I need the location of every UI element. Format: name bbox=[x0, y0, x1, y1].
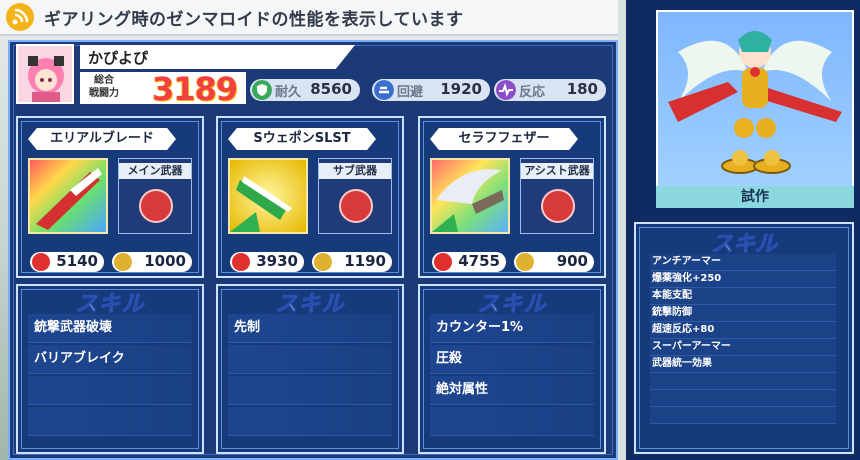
total-power-label: 総合 戦闘力 bbox=[82, 74, 126, 100]
weapon-name: SウェポンSLST bbox=[228, 128, 376, 150]
coin-icon bbox=[314, 253, 332, 271]
attack-icon bbox=[434, 253, 452, 271]
coin-icon bbox=[516, 253, 534, 271]
mech-skill-row bbox=[650, 390, 836, 407]
stat-evasion: 回避 1920 bbox=[372, 79, 490, 101]
total-power-value: 3189 bbox=[152, 70, 238, 108]
weapon-name: セラフフェザー bbox=[430, 128, 578, 150]
skill-row bbox=[228, 345, 392, 374]
player-name-bar: かぴよぴ bbox=[80, 45, 355, 69]
weapon-skill-card-assist: スキル カウンター1% 圧殺 絶対属性 bbox=[418, 284, 606, 454]
weapon-coin: 900 bbox=[514, 252, 594, 272]
stat-value: 8560 bbox=[310, 80, 352, 98]
weapon-card-sub[interactable]: SウェポンSLST サブ武器 3930 1190 bbox=[216, 116, 404, 278]
weapon-image bbox=[430, 158, 510, 234]
skill-row bbox=[430, 407, 594, 436]
shield-icon bbox=[252, 80, 272, 100]
skill-list: 銃撃武器破壊 バリアブレイク bbox=[28, 314, 192, 438]
avatar-image bbox=[18, 46, 72, 102]
weapon-attack-value: 4755 bbox=[458, 252, 500, 270]
weapon-type-badge: サブ武器 bbox=[318, 158, 392, 234]
weapon-card-main[interactable]: エリアルブレード メイン武器 5140 1000 bbox=[16, 116, 204, 278]
mech-tag: 試作 bbox=[656, 186, 854, 208]
mech-skill-row: 本能支配 bbox=[650, 288, 836, 305]
mech-skill-row bbox=[650, 373, 836, 390]
skill-row bbox=[28, 376, 192, 405]
mech-image[interactable] bbox=[656, 10, 854, 188]
skill-row: カウンター1% bbox=[430, 314, 594, 343]
skill-row: 絶対属性 bbox=[430, 376, 594, 405]
fist-icon bbox=[339, 189, 373, 223]
weapon-name: エリアルブレード bbox=[28, 128, 176, 150]
weapon-image bbox=[228, 158, 308, 234]
stat-label: 反応 bbox=[519, 85, 546, 100]
skill-row: 銃撃武器破壊 bbox=[28, 314, 192, 343]
weapon-type-badge: アシスト武器 bbox=[520, 158, 594, 234]
mech-skill-row: 武器統一効果 bbox=[650, 356, 836, 373]
weapon-coin: 1000 bbox=[112, 252, 192, 272]
info-header: ギアリング時のゼンマロイドの性能を表示しています bbox=[0, 0, 620, 36]
weapon-type-badge: メイン武器 bbox=[118, 158, 192, 234]
coin-icon bbox=[114, 253, 132, 271]
mech-skill-row: 爆薬強化+250 bbox=[650, 271, 836, 288]
total-power-box: 総合 戦闘力 3189 bbox=[80, 70, 246, 108]
weapon-coin-value: 1190 bbox=[344, 252, 386, 270]
weapon-attack-value: 3930 bbox=[256, 252, 298, 270]
weapon-image bbox=[28, 158, 108, 234]
stat-durability: 耐久 8560 bbox=[250, 79, 360, 101]
panel-gutter bbox=[618, 0, 626, 460]
mech-illustration bbox=[668, 31, 842, 174]
mech-skill-row: スーパーアーマー bbox=[650, 339, 836, 356]
skill-row: 圧殺 bbox=[430, 345, 594, 374]
fist-icon bbox=[139, 189, 173, 223]
stat-label: 耐久 bbox=[275, 85, 302, 100]
attack-icon bbox=[32, 253, 50, 271]
mech-skill-list: アンチアーマー 爆薬強化+250 本能支配 銃撃防御 超速反応+80 スーパーア… bbox=[650, 254, 836, 424]
weapon-skill-card-main: スキル 銃撃武器破壊 バリアブレイク bbox=[16, 284, 204, 454]
weapon-type-label: アシスト武器 bbox=[521, 163, 593, 179]
weapon-attack: 3930 bbox=[230, 252, 304, 272]
mech-skill-card: スキル アンチアーマー 爆薬強化+250 本能支配 銃撃防御 超速反応+80 ス… bbox=[634, 222, 854, 454]
weapon-attack: 4755 bbox=[432, 252, 506, 272]
skill-list: 先制 bbox=[228, 314, 392, 438]
weapon-attack: 5140 bbox=[30, 252, 104, 272]
mech-skill-row bbox=[650, 407, 836, 424]
weapon-coin-value: 1000 bbox=[144, 252, 186, 270]
skill-row: バリアブレイク bbox=[28, 345, 192, 374]
skill-row bbox=[228, 376, 392, 405]
weapon-coin: 1190 bbox=[312, 252, 392, 272]
fist-icon bbox=[541, 189, 575, 223]
player-avatar[interactable] bbox=[16, 44, 74, 104]
weapon-skill-card-sub: スキル 先制 bbox=[216, 284, 404, 454]
weapon-type-label: メイン武器 bbox=[119, 163, 191, 179]
skill-row: 先制 bbox=[228, 314, 392, 343]
skill-list: カウンター1% 圧殺 絶対属性 bbox=[430, 314, 594, 438]
stat-value: 1920 bbox=[440, 80, 482, 98]
stat-reaction: 反応 180 bbox=[494, 79, 606, 101]
weapon-type-label: サブ武器 bbox=[319, 163, 391, 179]
stat-label: 回避 bbox=[397, 85, 424, 100]
weapon-coin-value: 900 bbox=[556, 252, 588, 270]
mech-skill-row: アンチアーマー bbox=[650, 254, 836, 271]
attack-icon bbox=[232, 253, 250, 271]
power-label-line2: 戦闘力 bbox=[89, 88, 119, 99]
power-label-line1: 総合 bbox=[94, 75, 114, 86]
weapon-card-assist[interactable]: セラフフェザー アシスト武器 4755 900 bbox=[418, 116, 606, 278]
pulse-icon bbox=[496, 80, 516, 100]
broadcast-icon bbox=[6, 3, 34, 31]
dodge-icon bbox=[374, 80, 394, 100]
skill-row bbox=[228, 407, 392, 436]
mech-skill-row: 超速反応+80 bbox=[650, 322, 836, 339]
stat-value: 180 bbox=[566, 80, 598, 98]
mech-skill-row: 銃撃防御 bbox=[650, 305, 836, 322]
skill-row bbox=[28, 407, 192, 436]
player-name: かぴよぴ bbox=[88, 49, 149, 67]
weapon-attack-value: 5140 bbox=[56, 252, 98, 270]
header-title: ギアリング時のゼンマロイドの性能を表示しています bbox=[44, 9, 464, 30]
